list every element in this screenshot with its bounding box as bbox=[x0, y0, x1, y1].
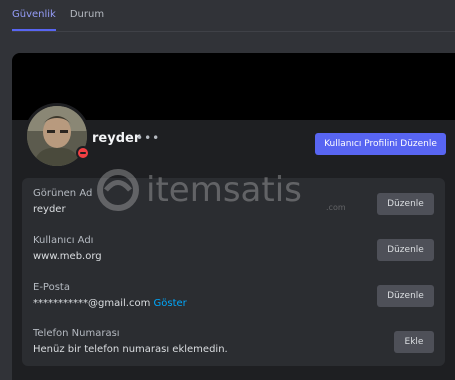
email-value: ***********@gmail.com bbox=[33, 298, 151, 309]
display-name-label: Görünen Ad bbox=[33, 188, 93, 199]
settings-tabs: Güvenlik Durum bbox=[12, 0, 104, 31]
tab-security[interactable]: Güvenlik bbox=[12, 0, 56, 31]
profile-username: reyder bbox=[92, 131, 141, 146]
reveal-email-link[interactable]: Göster bbox=[154, 298, 187, 309]
display-name-row: Görünen Ad reyder bbox=[33, 188, 92, 215]
username-row: Kullanıcı Adı www.meb.org bbox=[33, 235, 102, 262]
phone-value: Henüz bir telefon numarası eklemedin. bbox=[33, 344, 228, 355]
more-options-icon[interactable]: ••• bbox=[136, 131, 160, 145]
account-info-box: Görünen Ad reyder Düzenle Kullanıcı Adı … bbox=[22, 178, 445, 366]
dnd-status-icon bbox=[76, 146, 90, 160]
add-phone-button[interactable]: Ekle bbox=[394, 331, 434, 353]
edit-user-profile-button[interactable]: Kullanıcı Profilini Düzenle bbox=[315, 133, 446, 155]
edit-display-name-button[interactable]: Düzenle bbox=[377, 193, 434, 215]
display-name-value: reyder bbox=[33, 204, 66, 215]
email-label: E-Posta bbox=[33, 282, 70, 293]
tabs-divider bbox=[12, 31, 455, 32]
edit-email-button[interactable]: Düzenle bbox=[377, 285, 434, 307]
edit-username-button[interactable]: Düzenle bbox=[377, 239, 434, 261]
username-label: Kullanıcı Adı bbox=[33, 235, 94, 246]
phone-label: Telefon Numarası bbox=[33, 328, 120, 339]
email-value-line: ***********@gmail.com Göster bbox=[33, 298, 187, 309]
tab-status[interactable]: Durum bbox=[70, 0, 104, 31]
avatar[interactable] bbox=[24, 103, 90, 169]
email-row: E-Posta ***********@gmail.com Göster bbox=[33, 282, 187, 309]
phone-row: Telefon Numarası Henüz bir telefon numar… bbox=[33, 328, 228, 355]
profile-card: reyder ••• Kullanıcı Profilini Düzenle G… bbox=[12, 53, 455, 380]
username-value: www.meb.org bbox=[33, 251, 102, 262]
